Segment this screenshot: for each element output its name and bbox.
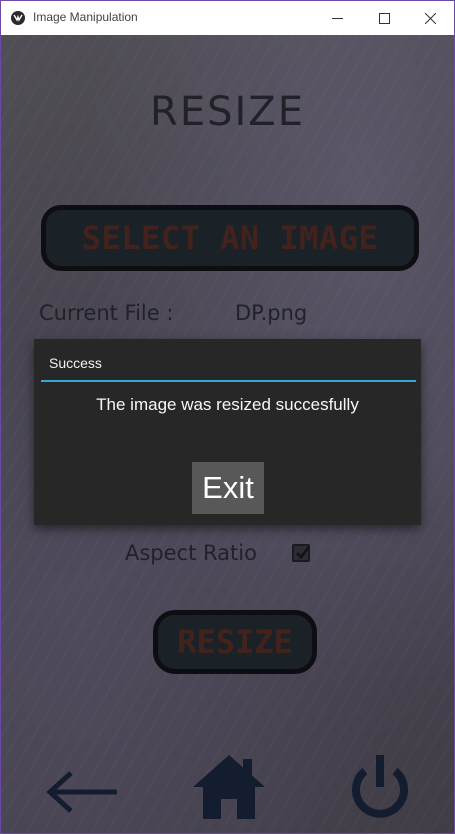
app-window: Image Manipulation RESIZE SELECT AN IMAG… [0, 0, 455, 834]
minimize-icon [331, 17, 343, 19]
success-popup: Success The image was resized succesfull… [34, 339, 421, 525]
maximize-icon [378, 12, 390, 24]
exit-button[interactable]: Exit [192, 462, 264, 514]
close-icon [424, 12, 436, 24]
maximize-button[interactable] [361, 1, 407, 35]
app-logo-icon [11, 11, 25, 25]
popup-title: Success [49, 355, 102, 371]
popup-separator [41, 380, 416, 382]
close-button[interactable] [407, 1, 453, 35]
popup-message: The image was resized succesfully [96, 395, 359, 414]
app-body: RESIZE SELECT AN IMAGE Current File : DP… [1, 35, 454, 833]
title-bar[interactable]: Image Manipulation [1, 1, 454, 35]
minimize-button[interactable] [314, 1, 360, 35]
window-title: Image Manipulation [33, 10, 138, 24]
